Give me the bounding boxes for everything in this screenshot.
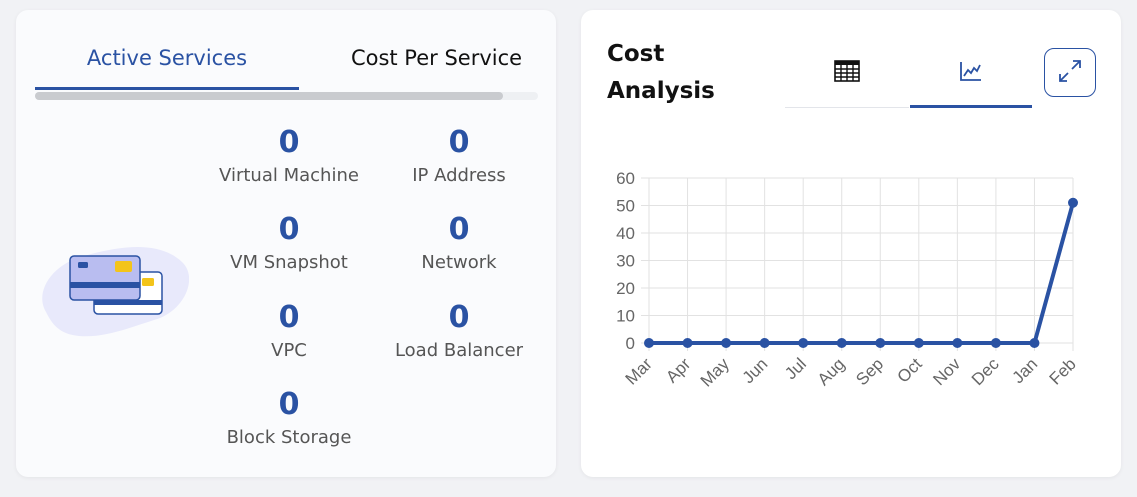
cost-analysis-card: Cost Analysis 0 10 20 30 40 50 60 Mar Ap… — [581, 10, 1121, 477]
data-point[interactable] — [759, 338, 770, 348]
data-point[interactable] — [798, 338, 809, 348]
x-tick-label: Nov — [929, 354, 964, 389]
x-tick-label: Jul — [781, 354, 810, 383]
stat-load-balancer: 0 Load Balancer — [359, 300, 559, 364]
view-toggle-chart[interactable] — [910, 50, 1032, 108]
x-tick-label: Sep — [852, 354, 887, 389]
stat-network: 0 Network — [359, 212, 559, 276]
data-point[interactable] — [875, 338, 886, 348]
y-tick-label: 40 — [616, 224, 635, 243]
x-tick-label: Jan — [1008, 354, 1041, 387]
data-point[interactable] — [1029, 338, 1040, 348]
data-point[interactable] — [836, 338, 847, 348]
tabs-scrollbar-thumb[interactable] — [35, 92, 503, 100]
services-tabs: Active Services Cost Per Service — [35, 40, 538, 100]
y-tick-label: 20 — [616, 279, 635, 298]
y-tick-label: 60 — [616, 169, 635, 188]
view-toggle-underline — [785, 107, 909, 108]
x-tick-label: Aug — [814, 354, 849, 389]
data-point[interactable] — [990, 338, 1001, 348]
line-chart-icon — [959, 60, 983, 86]
credit-cards-icon — [34, 242, 190, 342]
x-tick-label: Dec — [968, 354, 1003, 389]
table-icon — [834, 60, 860, 86]
y-tick-label: 0 — [626, 334, 635, 353]
active-tab-indicator — [35, 87, 299, 90]
x-tick-label: Mar — [622, 354, 656, 388]
cost-line-chart: 0 10 20 30 40 50 60 Mar Apr May Jun Jul Aug Sep Oct Nov… — [616, 169, 1080, 391]
expand-icon — [1057, 58, 1083, 88]
stat-block-storage: 0 Block Storage — [189, 387, 389, 451]
y-tick-label: 10 — [616, 307, 635, 326]
data-point[interactable] — [952, 338, 963, 348]
x-tick-label: Apr — [662, 354, 694, 386]
stat-value: 0 — [448, 212, 470, 247]
y-tick-label: 30 — [616, 252, 635, 271]
x-tick-label: May — [697, 354, 733, 390]
stat-label: IP Address — [412, 165, 506, 186]
cost-analysis-title: Cost Analysis — [607, 41, 715, 104]
stat-ip-address: 0 IP Address — [359, 125, 559, 189]
data-point[interactable] — [913, 338, 924, 348]
stat-value: 0 — [278, 387, 300, 422]
y-tick-label: 50 — [616, 197, 635, 216]
stat-value: 0 — [448, 300, 470, 335]
tab-active-services[interactable]: Active Services — [35, 40, 299, 90]
x-tick-label: Feb — [1046, 354, 1080, 388]
tab-cost-per-service[interactable]: Cost Per Service — [335, 40, 538, 90]
stat-label: Network — [421, 252, 497, 273]
series-line — [649, 202, 1075, 345]
x-tick-label: Jun — [739, 354, 772, 387]
view-toggle-underline-active — [910, 105, 1032, 108]
active-services-card: Active Services Cost Per Service 0 Virtu… — [16, 10, 556, 477]
data-point[interactable] — [644, 338, 654, 348]
stat-value: 0 — [448, 125, 470, 160]
stat-label: Load Balancer — [394, 340, 524, 361]
x-tick-label: Oct — [894, 354, 926, 386]
data-point[interactable] — [1068, 197, 1078, 208]
data-point[interactable] — [721, 338, 732, 348]
expand-button[interactable] — [1044, 48, 1096, 97]
stat-label: Block Storage — [226, 427, 352, 448]
view-toggle-table[interactable] — [785, 50, 909, 108]
data-point[interactable] — [682, 338, 693, 348]
